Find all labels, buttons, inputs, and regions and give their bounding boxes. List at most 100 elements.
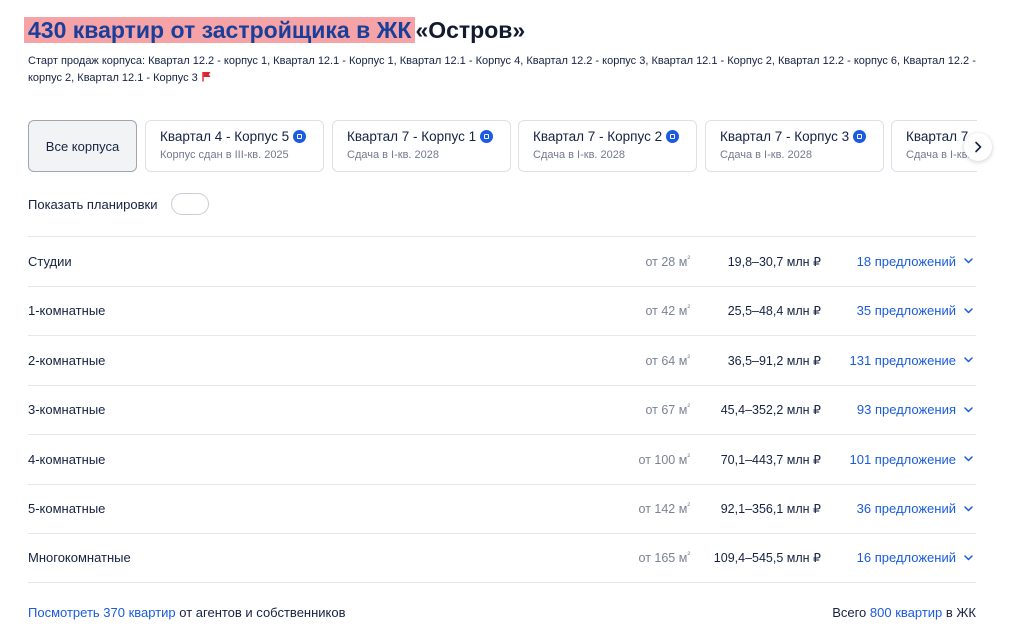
chevron-down-icon: [964, 258, 973, 264]
price-range: 70,1–443,7 млн ₽: [720, 452, 821, 467]
show-layouts-toggle[interactable]: [170, 193, 209, 215]
min-area: от 67 м²: [645, 402, 690, 417]
tab-building[interactable]: Квартал 4 - Корпус 5 Корпус сдан в III-к…: [145, 120, 324, 172]
apartment-types-list: Студии от 28 м² 19,8–30,7 млн ₽ 18 предл…: [28, 236, 976, 583]
total-apartments-link[interactable]: 800 квартир: [870, 605, 942, 620]
tab-building-title: Квартал 4 - Корпус 5: [160, 129, 309, 144]
tab-building-title-text: Квартал 7 - Корпус 1: [347, 129, 477, 144]
tab-building[interactable]: Квартал 7 - Корпус 1 Сдача в I-кв. 2028: [332, 120, 511, 172]
price-range: 109,4–545,5 млн ₽: [713, 551, 821, 566]
price-range: 36,5–91,2 млн ₽: [727, 353, 821, 368]
tab-building-title: Квартал 7 - Корпус 1: [347, 129, 496, 144]
tab-building[interactable]: Квартал 7 - Корпус 2 Сдача в I-кв. 2028: [518, 120, 697, 172]
chevron-down-icon: [964, 357, 973, 363]
min-area: от 28 м²: [645, 254, 690, 269]
offers-count: 93 предложения: [856, 402, 956, 418]
offers-count: 16 предложений: [856, 550, 956, 566]
sales-start-label: Старт продаж корпуса: Квартал 12.2 - кор…: [28, 55, 976, 84]
offers-link[interactable]: 101 предложение: [849, 452, 973, 467]
area-unit: ²: [687, 451, 690, 461]
offers-link[interactable]: 36 предложений: [857, 501, 973, 516]
list-item[interactable]: 1-комнатные от 42 м² 25,5–48,4 млн ₽ 35 …: [28, 285, 976, 336]
list-item[interactable]: 4-комнатные от 100 м² 70,1–443,7 млн ₽ 1…: [28, 434, 976, 484]
verified-building-icon: [666, 130, 680, 143]
offers-count: 18 предложений: [856, 253, 956, 269]
tab-building-title-text: Квартал 4 - Корпус 5: [160, 129, 290, 144]
apartment-type: Студии: [28, 253, 72, 269]
chevron-down-icon: [964, 407, 973, 412]
building-tabs-viewport: Все корпуса Квартал 4 - Корпус 5 Корпус …: [28, 120, 977, 172]
flag-icon: [202, 72, 211, 82]
apartment-type: Многокомнатные: [28, 550, 131, 566]
verified-building-icon: [480, 130, 494, 143]
price-range: 25,5–48,4 млн ₽: [727, 304, 821, 319]
list-item[interactable]: Студии от 28 м² 19,8–30,7 млн ₽ 18 предл…: [28, 236, 976, 286]
agents-offers-footer: Посмотреть 370 квартир от агентов и собс…: [28, 605, 346, 620]
offers-link[interactable]: 93 предложения: [857, 402, 973, 417]
min-area-value: от 42 м: [645, 304, 688, 319]
offers-link[interactable]: 35 предложений: [857, 303, 973, 318]
page-title: 430 квартир от застройщика в ЖК «Остров»: [24, 14, 525, 46]
show-layouts-row: Показать планировки: [28, 193, 209, 215]
area-unit: ²: [687, 303, 690, 313]
area-unit: ²: [687, 352, 690, 362]
area-unit: ²: [687, 402, 690, 412]
apartment-type: 5-комнатные: [28, 501, 106, 517]
price-range: 19,8–30,7 млн ₽: [727, 254, 821, 269]
tab-building-title-text: Квартал 7 - Корпус 2: [533, 129, 663, 144]
min-area-value: от 142 м: [638, 502, 688, 517]
min-area: от 142 м²: [639, 501, 690, 516]
min-area: от 100 м²: [639, 452, 690, 467]
min-area-value: от 165 м: [638, 551, 688, 566]
chevron-down-icon: [964, 456, 973, 462]
list-item[interactable]: 5-комнатные от 142 м² 92,1–356,1 млн ₽ 3…: [28, 483, 976, 534]
price-range: 92,1–356,1 млн ₽: [720, 502, 821, 517]
agents-offers-text: от агентов и собственников: [175, 605, 346, 620]
list-item[interactable]: 2-комнатные от 64 м² 36,5–91,2 млн ₽ 131…: [28, 335, 976, 385]
show-layouts-label: Показать планировки: [28, 196, 158, 212]
area-unit: ²: [687, 501, 690, 511]
min-area: от 165 м²: [639, 550, 690, 565]
sales-start-text: Старт продаж корпуса: Квартал 12.2 - кор…: [28, 53, 978, 87]
offers-count: 35 предложений: [856, 303, 956, 319]
apartment-type: 2-комнатные: [28, 352, 106, 368]
list-item[interactable]: Многокомнатные от 165 м² 109,4–545,5 млн…: [28, 533, 976, 583]
tab-building[interactable]: Квартал 7 - Корпус 3 Сдача в I-кв. 2028: [705, 120, 884, 172]
min-area-value: от 67 м: [645, 403, 688, 418]
area-unit: ²: [687, 253, 690, 263]
offers-link[interactable]: 131 предложение: [849, 353, 973, 368]
tabs-scroll-right-button[interactable]: [964, 133, 992, 161]
list-item[interactable]: 3-комнатные от 67 м² 45,4–352,2 млн ₽ 93…: [28, 384, 976, 435]
apartment-type: 4-комнатные: [28, 451, 106, 467]
title-highlight: 430 квартир от застройщика в ЖК: [24, 17, 416, 43]
area-unit: ²: [687, 550, 690, 560]
chevron-down-icon: [964, 506, 973, 511]
min-area-value: от 100 м: [638, 452, 688, 467]
title-count: 430 квартир от застройщика в ЖК: [28, 17, 412, 43]
total-suffix: в ЖК: [942, 605, 976, 620]
min-area: от 64 м²: [645, 353, 690, 368]
tab-building-title: Квартал 7 - Корпус 3: [720, 129, 869, 144]
price-range: 45,4–352,2 млн ₽: [720, 403, 821, 418]
total-apartments-footer: Всего 800 квартир в ЖК: [832, 605, 976, 620]
tab-building-title: Квартал 7 - Корпус 2: [533, 129, 682, 144]
tab-all-buildings-label: Все корпуса: [45, 138, 120, 154]
tab-building-status: Сдача в I-кв. 2028: [347, 149, 440, 161]
tab-all-buildings[interactable]: Все корпуса: [28, 120, 137, 172]
offers-count: 131 предложение: [849, 352, 956, 368]
view-agent-apartments-link[interactable]: Посмотреть 370 квартир: [28, 605, 176, 620]
tab-building-status: Корпус сдан в III-кв. 2025: [160, 149, 289, 161]
total-prefix: Всего: [832, 605, 870, 620]
min-area: от 42 м²: [645, 303, 690, 318]
offers-link[interactable]: 16 предложений: [857, 550, 973, 565]
chevron-down-icon: [964, 555, 973, 560]
offers-count: 36 предложений: [856, 501, 956, 517]
offers-link[interactable]: 18 предложений: [857, 254, 973, 269]
verified-building-icon: [293, 130, 307, 143]
tab-building-status: Сдача в I-кв. 2028: [533, 149, 626, 161]
apartment-type: 1-комнатные: [28, 303, 106, 319]
tab-building-title-text: Квартал 7 - Корпус 3: [720, 129, 850, 144]
title-complex-name: «Остров»: [415, 17, 526, 43]
chevron-right-icon: [975, 141, 982, 153]
verified-building-icon: [853, 130, 867, 143]
